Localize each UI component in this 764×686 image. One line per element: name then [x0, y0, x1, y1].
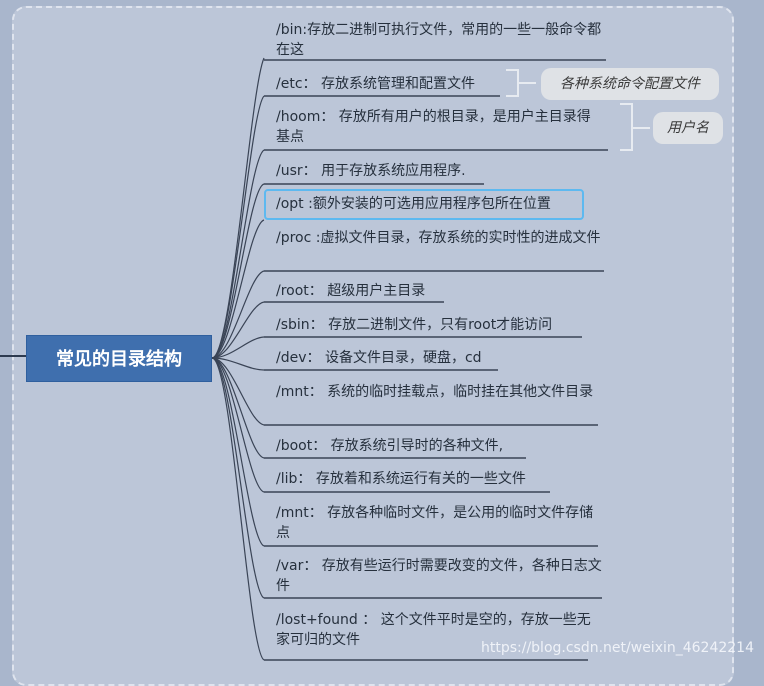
- item-usr[interactable]: /usr： 用于存放系统应用程序.: [276, 161, 466, 181]
- watermark-url: https://blog.csdn.net/weixin_46242214: [480, 640, 754, 656]
- item-mnt-2[interactable]: /mnt： 存放各种临时文件，是公用的临时文件存储点: [276, 503, 602, 543]
- item-boot[interactable]: /boot： 存放系统引导时的各种文件,: [276, 436, 503, 456]
- item-hoom[interactable]: /hoom： 存放所有用户的根目录，是用户主目录得基点: [276, 107, 602, 147]
- item-dev[interactable]: /dev： 设备文件目录，硬盘，cd: [276, 348, 482, 368]
- item-var[interactable]: /var： 存放有些运行时需要改变的文件，各种日志文件: [276, 556, 602, 596]
- item-mnt-1[interactable]: /mnt： 系统的临时挂载点，临时挂在其他文件目录: [276, 382, 602, 402]
- callout-etc[interactable]: 各种系统命令配置文件: [541, 68, 719, 100]
- item-bin[interactable]: /bin:存放二进制可执行文件，常用的一些一般命令都在这: [276, 20, 602, 60]
- root-connector: [0, 355, 28, 357]
- item-sbin[interactable]: /sbin： 存放二进制文件，只有root才能访问: [276, 315, 552, 335]
- item-etc[interactable]: /etc： 存放系统管理和配置文件: [276, 74, 475, 94]
- central-topic-node[interactable]: 常见的目录结构: [26, 335, 212, 382]
- item-lib[interactable]: /lib： 存放着和系统运行有关的一些文件: [276, 469, 526, 489]
- item-opt[interactable]: /opt :额外安装的可选用应用程序包所在位置: [276, 194, 551, 214]
- callout-hoom[interactable]: 用户名: [653, 112, 723, 144]
- mind-map-canvas: 常见的目录结构 /bin:存放二进制可执行文件，常用的一些一般命令都在这 /et…: [0, 0, 764, 686]
- item-root[interactable]: /root： 超级用户主目录: [276, 281, 425, 301]
- item-proc[interactable]: /proc :虚拟文件目录，存放系统的实时性的进成文件: [276, 228, 602, 248]
